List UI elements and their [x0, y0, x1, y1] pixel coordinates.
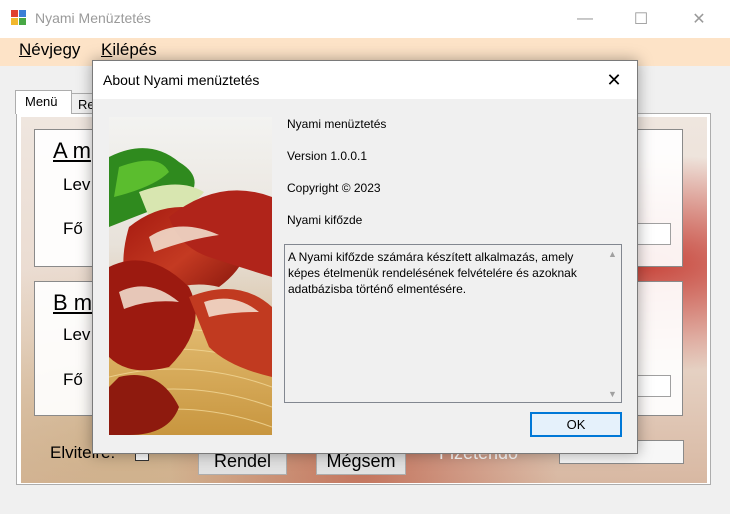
group-b-fo-label: Fő — [63, 370, 83, 389]
description-textbox[interactable]: A Nyami kifőzde számára készített alkalm… — [284, 244, 622, 403]
group-b-leves-label: Lev — [63, 325, 91, 344]
copyright-label: Copyright © 2023 — [287, 181, 381, 195]
dialog-titlebar: About Nyami menüztetés ✕ — [93, 61, 637, 99]
tab-menu[interactable]: Menü — [15, 90, 72, 114]
dialog-close-icon[interactable]: ✕ — [591, 61, 637, 99]
food-image-graphic — [109, 117, 272, 435]
food-image — [109, 117, 272, 435]
maximize-button[interactable]: ☐ — [618, 0, 664, 38]
about-dialog: About Nyami menüztetés ✕ Nyami menüzteté… — [92, 60, 638, 454]
scroll-up-icon[interactable]: ▲ — [604, 245, 621, 262]
version-label: Version 1.0.0.1 — [287, 149, 368, 163]
description-scrollbar[interactable]: ▲ ▼ — [604, 245, 621, 402]
group-b-title: B m — [53, 290, 93, 315]
menu-nevjegy-mnemonic: N — [19, 40, 32, 59]
main-titlebar: Nyami Menüztetés — ☐ ✕ — [0, 0, 730, 38]
minimize-button[interactable]: — — [562, 0, 608, 38]
menu-nevjegy[interactable]: Névjegy — [19, 40, 80, 60]
group-a-title: A m — [53, 138, 91, 163]
group-a-leves-label: Lev — [63, 175, 91, 194]
scroll-down-icon[interactable]: ▼ — [604, 385, 621, 402]
ok-button[interactable]: OK — [530, 412, 622, 437]
dialog-title: About Nyami menüztetés — [103, 72, 260, 88]
app-icon — [11, 10, 27, 26]
group-a-fo-label: Fő — [63, 219, 83, 238]
company-label: Nyami kifőzde — [287, 213, 363, 227]
menu-kilepes-mnemonic: K — [101, 40, 113, 59]
product-name: Nyami menüztetés — [287, 117, 387, 131]
menu-kilepes[interactable]: Kilépés — [101, 40, 157, 60]
close-button[interactable]: ✕ — [676, 0, 722, 38]
menu-kilepes-label: ilépés — [112, 40, 157, 59]
description-text: A Nyami kifőzde számára készített alkalm… — [288, 250, 577, 296]
window-title: Nyami Menüztetés — [35, 10, 151, 26]
menu-nevjegy-label: évjegy — [31, 40, 81, 59]
